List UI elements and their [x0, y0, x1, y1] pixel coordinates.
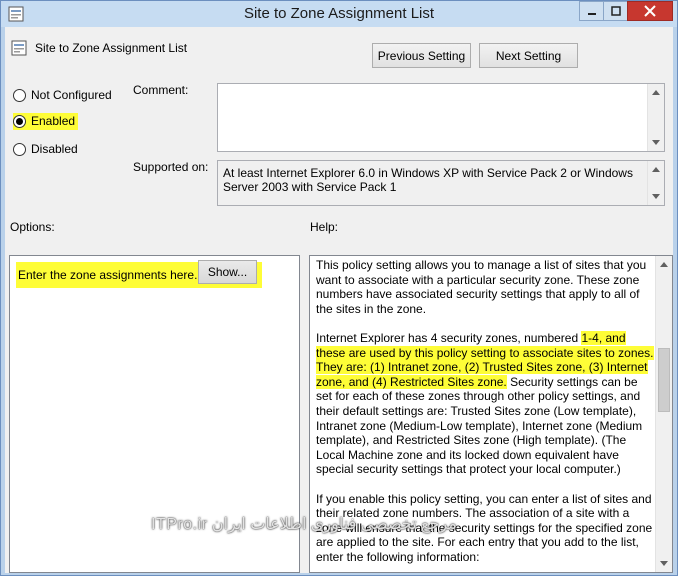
maximize-icon	[610, 6, 621, 16]
help-scroll-thumb[interactable]	[658, 348, 670, 412]
radio-enabled[interactable]: Enabled	[13, 113, 79, 130]
supported-scrollbar[interactable]	[647, 161, 664, 205]
watermark-text: مرجع تخصصی فناوری اطلاعات ایران ITPro.ir	[151, 516, 457, 533]
title-bar[interactable]: Site to Zone Assignment List	[1, 1, 677, 27]
scroll-down-arrow-icon[interactable]	[652, 194, 660, 199]
scroll-up-arrow-icon[interactable]	[660, 262, 668, 267]
scroll-up-arrow-icon[interactable]	[652, 167, 660, 172]
help-text-span: Security settings can be set for each of…	[316, 374, 643, 477]
minimize-button[interactable]	[579, 1, 603, 21]
policy-dialog-window: Site to Zone Assignment List Site to Zon…	[0, 0, 678, 576]
radio-disabled[interactable]: Disabled	[13, 141, 81, 158]
policy-setting-icon	[11, 40, 27, 56]
maximize-button[interactable]	[603, 1, 627, 21]
radio-circle-selected[interactable]	[13, 115, 26, 128]
help-paragraph: Internet Explorer has 4 security zones, …	[316, 330, 654, 477]
options-label: Options:	[10, 220, 55, 234]
supported-on-label: Supported on:	[133, 160, 209, 174]
scroll-down-arrow-icon[interactable]	[660, 561, 668, 566]
supported-on-value: At least Internet Explorer 6.0 in Window…	[223, 166, 633, 194]
help-label: Help:	[310, 220, 339, 234]
scroll-up-arrow-icon[interactable]	[652, 90, 660, 95]
radio-label: Enabled	[31, 114, 76, 128]
radio-circle[interactable]	[13, 143, 26, 156]
comment-textarea[interactable]	[217, 83, 665, 152]
dialog-client-area: Site to Zone Assignment List Previous Se…	[5, 27, 673, 573]
comment-label: Comment:	[133, 83, 189, 97]
radio-circle[interactable]	[13, 89, 26, 102]
radio-not-configured[interactable]: Not Configured	[13, 87, 115, 104]
show-button[interactable]: Show...	[198, 260, 257, 284]
previous-setting-button[interactable]: Previous Setting	[372, 43, 471, 68]
supported-on-field: At least Internet Explorer 6.0 in Window…	[217, 160, 665, 206]
radio-label: Disabled	[31, 142, 78, 156]
window-title: Site to Zone Assignment List	[243, 5, 435, 22]
close-button[interactable]	[627, 1, 673, 21]
radio-label: Not Configured	[31, 88, 112, 102]
zone-assignment-prompt: Enter the zone assignments here.	[18, 268, 198, 282]
help-text-span: Internet Explorer has 4 security zones, …	[316, 330, 582, 345]
help-paragraph: This policy setting allows you to manage…	[316, 258, 647, 316]
help-scrollbar[interactable]	[655, 256, 672, 572]
minimize-icon	[587, 13, 596, 15]
close-icon	[644, 5, 656, 17]
comment-scrollbar[interactable]	[647, 84, 664, 151]
policy-name: Site to Zone Assignment List	[35, 41, 188, 55]
next-setting-button[interactable]: Next Setting	[479, 43, 578, 68]
scroll-down-arrow-icon[interactable]	[652, 140, 660, 145]
